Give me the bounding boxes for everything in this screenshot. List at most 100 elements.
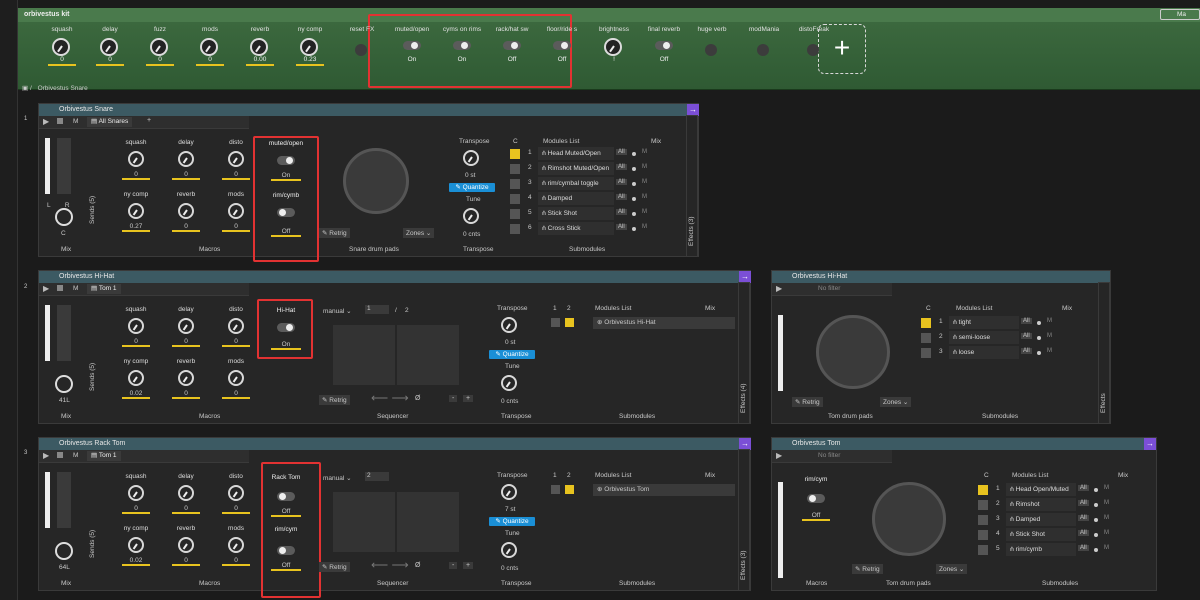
- racktom-fader[interactable]: [45, 472, 50, 528]
- module-color-swatch[interactable]: [978, 515, 988, 525]
- empty-macro-icon[interactable]: [705, 44, 717, 56]
- snare-transpose-knob[interactable]: [463, 150, 479, 166]
- module-all-button[interactable]: All: [1021, 333, 1032, 339]
- snare-pan-knob[interactable]: [55, 208, 73, 226]
- knob-icon[interactable]: [128, 537, 144, 553]
- module-all-button[interactable]: All: [616, 149, 627, 155]
- knob-icon[interactable]: [128, 370, 144, 386]
- hihat-seq-arrows[interactable]: ⟵ ⟶: [371, 391, 409, 405]
- module-all-button[interactable]: All: [1078, 545, 1089, 551]
- empty-macro-icon[interactable]: [355, 44, 367, 56]
- module-color-swatch[interactable]: [921, 333, 931, 343]
- snare-retrig-button[interactable]: ✎ Retrig: [319, 228, 350, 238]
- module-solo-dot[interactable]: [1037, 351, 1041, 355]
- racktom-pan-knob[interactable]: [55, 542, 73, 560]
- kit-macro-5[interactable]: ny comp 0.23: [286, 26, 334, 96]
- hihat-stop-icon[interactable]: [57, 285, 63, 291]
- kit-macro-13[interactable]: huge verb: [688, 26, 736, 96]
- snare-preset-chip[interactable]: ▤ All Snares: [87, 117, 133, 127]
- racktom-right-toggle[interactable]: rim/cym Off: [796, 476, 836, 522]
- module-row[interactable]: ⫛ Damped: [538, 192, 614, 205]
- racktom-tune-knob[interactable]: [501, 542, 517, 558]
- kit-macro-11[interactable]: brightness!: [590, 26, 638, 96]
- module-row[interactable]: ⫛ semi-loose: [949, 331, 1019, 344]
- module-color-swatch[interactable]: [978, 530, 988, 540]
- module-row[interactable]: ⫛ Stick Shot: [538, 207, 614, 220]
- module-solo-dot[interactable]: [632, 182, 636, 186]
- module-mute-button[interactable]: M: [642, 164, 647, 170]
- module-all-button[interactable]: All: [1078, 515, 1089, 521]
- snare-pad-circle[interactable]: [343, 148, 409, 214]
- snare-effects-tab[interactable]: Effects (3): [686, 115, 698, 257]
- hihat-seq-minus[interactable]: -: [449, 395, 458, 402]
- module-all-button[interactable]: All: [616, 164, 627, 170]
- module-all-button[interactable]: All: [616, 224, 627, 230]
- module-mute-button[interactable]: M: [642, 209, 647, 215]
- module-mute-button[interactable]: M: [1104, 530, 1109, 536]
- macro-knob-1[interactable]: delay 0: [166, 306, 206, 352]
- knob-icon[interactable]: [228, 485, 244, 501]
- module-all-button[interactable]: All: [616, 194, 627, 200]
- racktom-stop-icon[interactable]: [57, 452, 63, 458]
- module-solo-dot[interactable]: [1037, 321, 1041, 325]
- module-all-button[interactable]: All: [616, 179, 627, 185]
- macro-knob-0[interactable]: squash 0: [116, 306, 156, 352]
- knob-icon[interactable]: [178, 318, 194, 334]
- kit-macro-4[interactable]: reverb 0.00: [236, 26, 284, 96]
- module-color-swatch[interactable]: [510, 224, 520, 234]
- macro-knob-2[interactable]: disto 0: [216, 473, 256, 519]
- racktom-retrig-button[interactable]: ✎ Retrig: [319, 562, 350, 572]
- module-all-button[interactable]: All: [1078, 530, 1089, 536]
- snare-tune-knob[interactable]: [463, 208, 479, 224]
- kit-macro-7[interactable]: muted/open On: [388, 26, 436, 96]
- macro-knob-3[interactable]: ny comp 0.02: [116, 358, 156, 404]
- knob-icon[interactable]: [228, 203, 244, 219]
- knob-icon[interactable]: [250, 38, 268, 56]
- module-all-button[interactable]: All: [616, 209, 627, 215]
- hihat-seq-clear[interactable]: Ø: [415, 395, 420, 402]
- knob-icon[interactable]: [128, 203, 144, 219]
- module-solo-dot[interactable]: [632, 212, 636, 216]
- snare-sends-label[interactable]: Sends (5): [89, 196, 96, 224]
- racktom-preset-chip[interactable]: ▤ Tom 1: [87, 451, 121, 461]
- knob-icon[interactable]: [228, 537, 244, 553]
- module-color-swatch[interactable]: [921, 348, 931, 358]
- module-mute-button[interactable]: M: [642, 224, 647, 230]
- module-row[interactable]: ⫛ rim/cymb: [1006, 543, 1076, 556]
- module-color-swatch[interactable]: [510, 179, 520, 189]
- macro-knob-1[interactable]: delay 0: [166, 473, 206, 519]
- mute-icon[interactable]: M: [73, 118, 78, 125]
- racktom-seq-pad-1[interactable]: [333, 492, 395, 552]
- kit-macro-8[interactable]: cyms on rims On: [438, 26, 486, 96]
- module-row[interactable]: ⫛ Head Muted/Open: [538, 147, 614, 160]
- macro-knob-0[interactable]: squash 0: [116, 473, 156, 519]
- module-color-swatch[interactable]: [510, 194, 520, 204]
- macro-knob-4[interactable]: reverb 0: [166, 191, 206, 237]
- racktom-seq-clear[interactable]: Ø: [415, 562, 420, 569]
- racktom-module-color-1[interactable]: [551, 485, 560, 494]
- hihat-seq-pad-2[interactable]: [397, 325, 459, 385]
- module-mute-button[interactable]: M: [1104, 500, 1109, 506]
- hihat-seq-page[interactable]: 1: [365, 305, 389, 314]
- snare-fader[interactable]: [45, 138, 50, 194]
- racktom-seq-arrows[interactable]: ⟵ ⟶: [371, 558, 409, 572]
- module-solo-dot[interactable]: [1094, 548, 1098, 552]
- knob-icon[interactable]: [228, 370, 244, 386]
- racktom-module-row[interactable]: ⊕ Orbivestus Tom: [551, 484, 735, 496]
- module-mute-button[interactable]: M: [1047, 348, 1052, 354]
- knob-icon[interactable]: [604, 38, 622, 56]
- kit-macro-2[interactable]: fuzz 0: [136, 26, 184, 96]
- module-all-button[interactable]: All: [1021, 318, 1032, 324]
- knob-icon[interactable]: [200, 38, 218, 56]
- knob-icon[interactable]: [128, 485, 144, 501]
- hihat-right-retrig[interactable]: ✎ Retrig: [792, 397, 823, 407]
- racktom-module-color-2[interactable]: [565, 485, 574, 494]
- kit-macro-14[interactable]: modMania: [740, 26, 788, 96]
- hihat-mute-icon[interactable]: M: [73, 285, 78, 292]
- kit-macro-0[interactable]: squash 0: [38, 26, 86, 96]
- racktom-right-arrow[interactable]: →: [1144, 438, 1156, 450]
- racktom-quantize-button[interactable]: ✎ Quantize: [489, 517, 535, 526]
- module-mute-button[interactable]: M: [1104, 485, 1109, 491]
- hihat-pan-knob[interactable]: [55, 375, 73, 393]
- module-solo-dot[interactable]: [632, 197, 636, 201]
